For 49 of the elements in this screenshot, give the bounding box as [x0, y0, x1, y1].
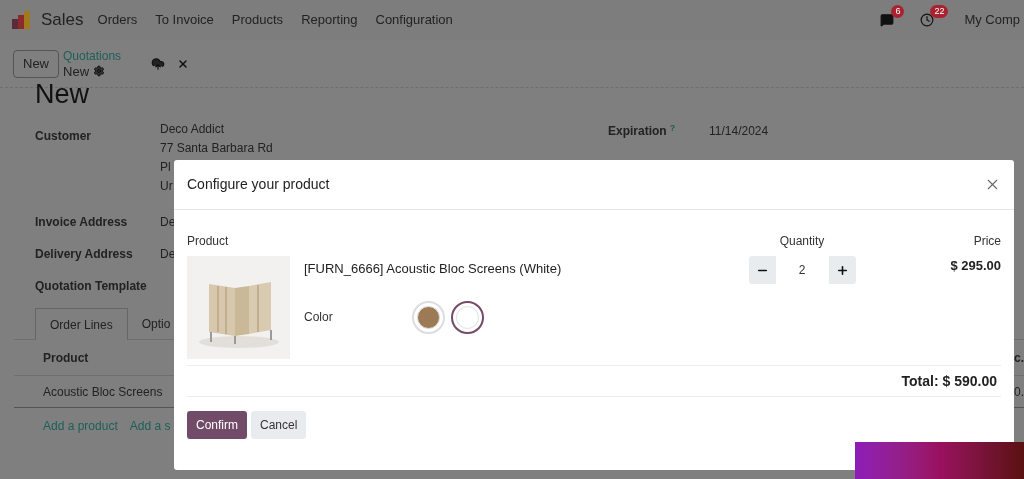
notification-badge: 6 [891, 5, 905, 18]
field-value: De [160, 246, 176, 263]
field-value: 11/14/2024 [709, 123, 769, 140]
settings-icon[interactable] [93, 65, 106, 77]
confirm-button[interactable]: Confirm [187, 411, 247, 439]
field-label: Delivery Address [35, 246, 134, 263]
column-header: Product [43, 349, 89, 367]
menu-item[interactable]: Orders [97, 10, 138, 30]
quantity-stepper[interactable]: 2 [748, 256, 856, 284]
menu-item[interactable]: To Invoice [155, 10, 214, 30]
field-label: Customer [35, 128, 92, 145]
app-name[interactable]: Sales [41, 7, 84, 33]
field-label: Expiration $^{?}$ [608, 122, 677, 140]
column-header: Product [187, 233, 230, 250]
record-title: New [35, 84, 90, 104]
tab[interactable]: Optio [127, 308, 185, 340]
product-price: $ 295.00 [949, 257, 1001, 275]
field-value: De [160, 214, 176, 231]
field-label: Quotation Template [35, 278, 148, 295]
table-cell-text: 0. [1014, 383, 1024, 401]
total-amount: Total: $ 590.00 [901, 371, 997, 391]
product-name: [FURN_6666] Acoustic Bloc Screens (White) [304, 260, 563, 278]
menu-item[interactable]: Products [231, 10, 284, 30]
field-value: Ur [160, 178, 173, 194]
new-button[interactable]: New [13, 49, 59, 78]
menu-item[interactable]: Configuration [375, 10, 453, 30]
attribute-label: Color [304, 309, 334, 326]
save-icon[interactable] [151, 56, 166, 71]
table-cell-text: Acoustic Bloc Screens [43, 383, 163, 401]
messages-icon[interactable] [880, 13, 895, 27]
app-logo-icon [12, 11, 32, 29]
activities-icon[interactable] [920, 13, 935, 27]
field-value: Pl [160, 159, 171, 175]
record-name: New [63, 63, 90, 79]
field-value: Deco Addict [160, 121, 225, 137]
column-header: Price [972, 233, 1001, 250]
menu-item[interactable]: Reporting [301, 10, 358, 30]
quantity-field[interactable]: 2 [775, 256, 829, 284]
tab[interactable]: Order Lines [35, 308, 128, 340]
plus-icon [835, 263, 849, 277]
cancel-button[interactable]: Cancel [251, 411, 307, 439]
notification-badge: 22 [930, 5, 949, 18]
column-header: c. [1014, 349, 1024, 367]
company-switcher[interactable]: My Comp [964, 10, 1020, 30]
dialog-title: Configure your product [187, 175, 330, 194]
field-value: 77 Santa Barbara Rd [160, 140, 273, 156]
field-label: Invoice Address [35, 214, 129, 231]
close-icon[interactable] [177, 57, 190, 70]
column-header: Quantity [778, 233, 826, 250]
